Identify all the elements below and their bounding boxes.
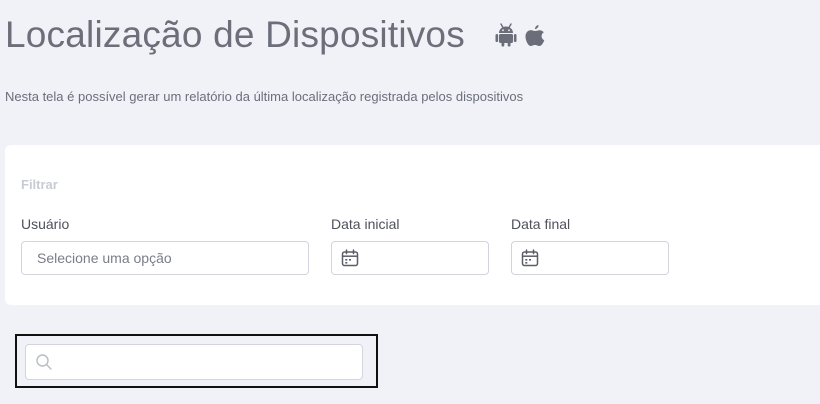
user-label: Usuário (21, 216, 70, 232)
page-title: Localização de Dispositivos (5, 14, 465, 55)
start-date-label: Data inicial (331, 216, 400, 232)
user-select-placeholder: Selecione uma opção (37, 250, 172, 266)
filter-card: Filtrar Usuário Selecione uma opção Data… (5, 145, 820, 305)
user-select[interactable]: Selecione uma opção (21, 241, 309, 275)
search-highlight-frame (15, 334, 378, 388)
apple-icon (525, 24, 545, 47)
search-input[interactable] (53, 346, 362, 378)
title-row: Localização de Dispositivos (5, 12, 545, 58)
search-icon (35, 353, 53, 371)
end-date-label: Data final (511, 216, 571, 232)
calendar-icon[interactable] (521, 249, 539, 267)
calendar-icon[interactable] (341, 249, 359, 267)
end-date-field[interactable] (511, 241, 669, 275)
filter-heading: Filtrar (21, 177, 58, 192)
android-icon (495, 23, 517, 47)
search-box[interactable] (25, 344, 363, 380)
page-subtitle: Nesta tela é possível gerar um relatório… (5, 89, 524, 104)
start-date-field[interactable] (331, 241, 489, 275)
platform-icons (495, 23, 545, 47)
